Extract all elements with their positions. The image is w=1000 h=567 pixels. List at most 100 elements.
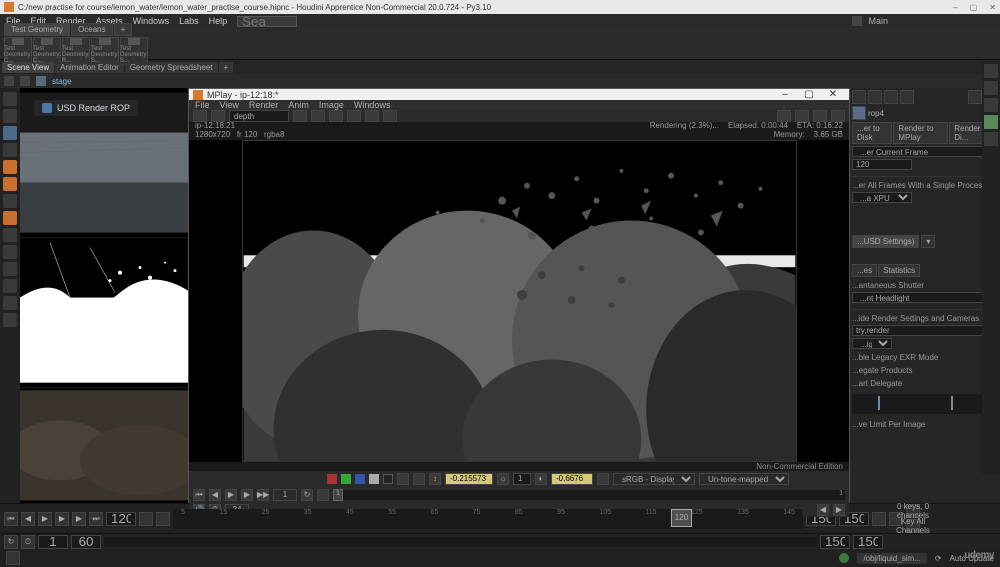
update-icon[interactable]: ⟳	[935, 554, 942, 563]
viewport-mid[interactable]	[20, 238, 188, 387]
rtool-1-icon[interactable]	[984, 64, 998, 78]
mplay-minimize-button[interactable]: –	[773, 89, 797, 100]
tool-lights-icon[interactable]	[3, 160, 17, 174]
tl-playhead[interactable]: 120	[671, 509, 692, 527]
desktop-icon[interactable]	[852, 16, 862, 26]
tool-scale-icon[interactable]	[3, 143, 17, 157]
mplay-prev-icon[interactable]	[293, 110, 307, 122]
frame-range-select[interactable]: ...er Current Frame	[852, 146, 998, 157]
tl-prev-icon[interactable]: ◀	[21, 512, 35, 526]
mplay-scrub-handle[interactable]: 1	[333, 489, 343, 501]
swatch-bg-icon[interactable]	[383, 474, 393, 484]
frame-number-field[interactable]	[852, 159, 912, 170]
mplay-menu-file[interactable]: File	[195, 100, 210, 110]
rtool-5-icon[interactable]	[984, 132, 998, 146]
mplay-range-start-icon[interactable]: ◀	[817, 504, 829, 516]
mplay-first-icon[interactable]: ⏮	[193, 489, 205, 501]
shelf-search[interactable]	[237, 16, 297, 27]
tl-keys-label[interactable]: 0 keys, 0 channels	[906, 504, 920, 518]
headlight-select[interactable]: ...nt Headlight	[852, 292, 998, 303]
tl-range-track[interactable]	[104, 537, 817, 547]
path-text[interactable]: stage	[52, 77, 72, 86]
mplay-next-icon[interactable]	[311, 110, 325, 122]
mplay-menu-view[interactable]: View	[220, 100, 239, 110]
tool-shade-icon[interactable]	[3, 245, 17, 259]
tool-rotate-icon[interactable]	[3, 126, 17, 140]
tab-scene-view[interactable]: Scene View	[2, 62, 54, 73]
tool-wire-icon[interactable]	[3, 228, 17, 242]
usd-settings-tab[interactable]: ...USD Settings)	[852, 235, 919, 248]
adapt-icon[interactable]: ↕	[429, 473, 441, 485]
tl-show-field[interactable]	[71, 535, 101, 549]
tl-keymode-select[interactable]: Key All Channels	[906, 519, 920, 533]
mplay-maximize-button[interactable]: ▢	[797, 89, 821, 100]
tone-select[interactable]: Un-tone-mapped	[699, 473, 789, 485]
settings-path-field[interactable]	[852, 325, 998, 336]
mplay-fit-icon[interactable]	[347, 110, 361, 122]
menu-help[interactable]: Help	[209, 16, 228, 26]
shelf-tool-3[interactable]: Test Geometry: S...	[91, 37, 119, 65]
cook-path[interactable]: /obj/liquid_sim...	[857, 553, 926, 564]
tl-rend1[interactable]	[820, 535, 850, 549]
parm-tool4-icon[interactable]	[900, 90, 914, 104]
node-label[interactable]: USD Render ROP	[34, 100, 138, 116]
shelf-tab-oceans[interactable]: Oceans	[71, 23, 113, 36]
gamma-icon[interactable]	[397, 473, 409, 485]
mplay-play-back-icon[interactable]: ▶	[225, 489, 237, 501]
tl-opt1-icon[interactable]	[872, 512, 886, 526]
tab-add[interactable]: +	[219, 62, 234, 73]
subtab-stats[interactable]: Statistics	[878, 264, 920, 277]
back-icon[interactable]	[20, 76, 30, 86]
tl-key-icon[interactable]	[139, 512, 153, 526]
tl-playback-icon[interactable]: ▶	[38, 512, 52, 526]
swatch-a-icon[interactable]	[369, 474, 379, 484]
mplay-menu-render[interactable]: Render	[249, 100, 279, 110]
mplay-range-icon[interactable]	[317, 489, 329, 501]
mplay-info-icon[interactable]	[383, 110, 397, 122]
node-name[interactable]: rop4	[868, 109, 884, 118]
shelf-tool-1[interactable]: Test Geometry: C...	[33, 37, 61, 65]
swatch-g-icon[interactable]	[341, 474, 351, 484]
mplay-loop-icon[interactable]: ↻	[301, 489, 313, 501]
tab-chevron-icon[interactable]: ▾	[921, 235, 935, 248]
progress-slider[interactable]	[852, 394, 998, 414]
mplay-scrub-bar[interactable]: 1 1	[333, 490, 845, 500]
quality-select[interactable]: ...igh	[852, 338, 892, 349]
swatch-r-icon[interactable]	[327, 474, 337, 484]
engine-select[interactable]: ...a XPU	[852, 192, 912, 203]
tool-snap-icon[interactable]	[3, 194, 17, 208]
parm-tool3-icon[interactable]	[884, 90, 898, 104]
mplay-menu-image[interactable]: Image	[319, 100, 344, 110]
tool-camera-icon[interactable]	[3, 177, 17, 191]
tl-scope-icon[interactable]	[156, 512, 170, 526]
render-disk-button[interactable]: ...er to Disk	[852, 122, 892, 144]
mplay-prev-frame-icon[interactable]: ◀	[209, 489, 221, 501]
bright-icon[interactable]: ☼	[497, 473, 509, 485]
tl-frame-field[interactable]	[106, 512, 136, 526]
tl-last-icon[interactable]: ⏭	[89, 512, 103, 526]
tool-misc2-icon[interactable]	[3, 279, 17, 293]
desktop-label[interactable]: Main	[868, 16, 888, 26]
mplay-play-icon[interactable]: ▶	[241, 489, 253, 501]
parm-gear-icon[interactable]	[968, 90, 982, 104]
tool-render-icon[interactable]	[3, 211, 17, 225]
viewport-top[interactable]: USD Render ROP	[20, 88, 188, 237]
rtool-2-icon[interactable]	[984, 81, 998, 95]
viewport-bottom[interactable]	[20, 388, 188, 503]
mplay-channel-field[interactable]	[229, 110, 289, 122]
tl-first-icon[interactable]: ⏮	[4, 512, 18, 526]
rtool-3-icon[interactable]	[984, 98, 998, 112]
contrast-icon[interactable]: ◐	[535, 473, 547, 485]
mplay-menu-anim[interactable]: Anim	[288, 100, 309, 110]
tool-move-icon[interactable]	[3, 109, 17, 123]
gamma-mid[interactable]	[513, 473, 531, 485]
mplay-menu-windows[interactable]: Windows	[354, 100, 391, 110]
tool-select-icon[interactable]	[3, 92, 17, 106]
mplay-frame-field[interactable]	[273, 489, 297, 501]
minimize-button[interactable]: –	[953, 3, 957, 12]
shelf-tool-2[interactable]: Test Geometry: R...	[62, 37, 90, 65]
menu-labs[interactable]: Labs	[179, 16, 199, 26]
reset-icon[interactable]	[597, 473, 609, 485]
tool-misc1-icon[interactable]	[3, 262, 17, 276]
tl-play-icon[interactable]: ▶	[55, 512, 69, 526]
